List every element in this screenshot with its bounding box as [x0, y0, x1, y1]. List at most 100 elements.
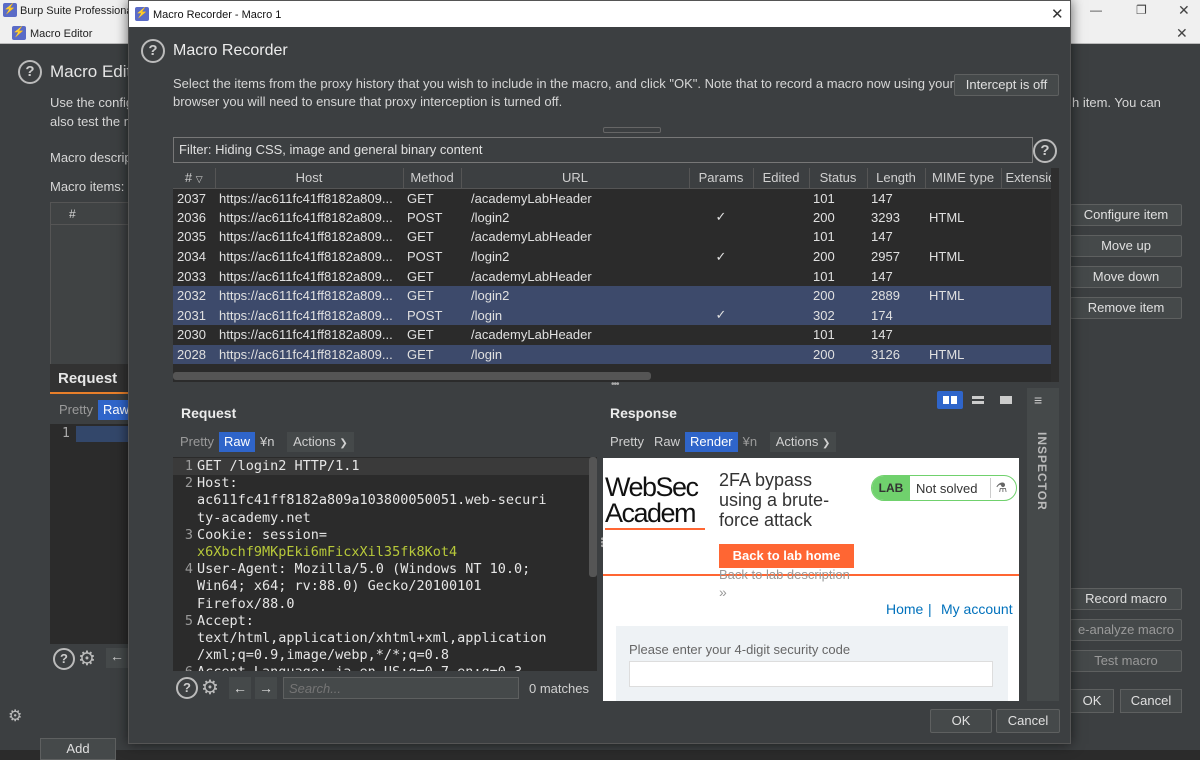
help-icon[interactable]: ? — [1033, 139, 1057, 163]
split-dots[interactable]: ••• — [611, 379, 619, 390]
cell-mime: HTML — [929, 209, 965, 225]
table-header-row: # ▽ Host Method URL Params Edited Status… — [173, 168, 1051, 189]
tab-newline[interactable]: ¥n — [738, 432, 762, 452]
proxy-history-table[interactable]: # ▽ Host Method URL Params Edited Status… — [173, 168, 1051, 382]
bg-request-editor[interactable]: 1 — [50, 424, 130, 644]
column-header-url[interactable]: URL — [461, 168, 690, 189]
tab-newline[interactable]: ¥n — [255, 432, 279, 452]
column-header-host[interactable]: Host — [215, 168, 404, 189]
request-editor[interactable]: 1 GET /login2 HTTP/1.1 2 Host: ac611fc41ff81… — [173, 457, 597, 671]
tab-raw[interactable]: Raw — [218, 432, 255, 452]
tab-pretty[interactable]: Pretty — [54, 400, 98, 420]
layout-stacked-icon[interactable] — [965, 391, 991, 409]
security-code-input[interactable] — [629, 661, 993, 687]
editor-cancel-button[interactable]: Cancel — [1120, 689, 1182, 713]
code-line: /xml;q=0.9,image/webp,*/*;q=0.8 — [173, 647, 593, 664]
close-icon[interactable]: ✕ — [1176, 25, 1188, 42]
help-icon[interactable]: ? — [18, 60, 42, 84]
column-header-edited[interactable]: Edited — [753, 168, 810, 189]
code-line: 3 Cookie: session= — [173, 527, 593, 544]
back-arrow-icon[interactable]: ← — [106, 648, 128, 668]
line-number: 5 — [184, 612, 193, 629]
table-row[interactable]: 2030 https://ac611fc41ff8182a809... GET/ac… — [173, 325, 1051, 345]
close-icon[interactable]: ✕ — [1051, 5, 1064, 23]
column-header-mime[interactable]: MIME type — [925, 168, 1002, 189]
remove-item-button[interactable]: Remove item — [1070, 297, 1182, 319]
vertical-scrollbar[interactable] — [1051, 168, 1059, 382]
nav-my-account-link[interactable]: My account — [941, 601, 1013, 617]
table-row[interactable]: 2036 https://ac611fc41ff8182a809... POST/l… — [173, 208, 1051, 228]
column-header-length[interactable]: Length — [867, 168, 926, 189]
cell-method: POST — [403, 305, 461, 326]
lab-status-badge: LAB Not solved ⚗ — [871, 475, 1017, 501]
cell-method: POST — [407, 249, 443, 265]
add-button[interactable]: Add — [40, 738, 116, 760]
filter-bar[interactable]: Filter: Hiding CSS, image and general bi… — [173, 137, 1033, 163]
cell-mime: HTML — [929, 249, 965, 265]
cell-host: https://ac611fc41ff8182a809... — [219, 327, 393, 343]
restore-icon[interactable]: ❐ — [1136, 3, 1147, 17]
actions-dropdown[interactable]: Actions ❯ — [287, 432, 354, 452]
move-up-button[interactable]: Move up — [1070, 235, 1182, 257]
search-input[interactable] — [283, 677, 519, 699]
menu-icon[interactable]: ≡ — [1034, 393, 1042, 407]
editor-ok-button[interactable]: OK — [1070, 689, 1114, 713]
line-text: ty-academy.net — [197, 509, 311, 526]
layout-side-by-side-icon[interactable] — [937, 391, 963, 409]
cancel-button[interactable]: Cancel — [996, 709, 1060, 733]
tab-raw[interactable]: Raw — [649, 432, 685, 452]
tab-pretty[interactable]: Pretty — [605, 432, 649, 452]
table-row[interactable]: 2032 https://ac611fc41ff8182a809... GET/lo… — [173, 285, 1051, 306]
table-row[interactable]: 2034 https://ac611fc41ff8182a809... POST/l… — [173, 247, 1051, 267]
gear-icon[interactable]: ⚙ — [8, 706, 22, 726]
record-macro-button[interactable]: Record macro — [1070, 588, 1182, 610]
reanalyze-macro-button[interactable]: e-analyze macro — [1070, 619, 1182, 641]
column-header-method[interactable]: Method — [403, 168, 462, 189]
line-text: Win64; x64; rv:88.0) Gecko/20100101 — [197, 578, 482, 595]
column-header-params[interactable]: Params — [689, 168, 754, 189]
back-to-lab-home-button[interactable]: Back to lab home — [719, 544, 854, 568]
table-row[interactable]: 2035 https://ac611fc41ff8182a809... GET/ac… — [173, 227, 1051, 247]
render-view[interactable]: WebSec Academ 2FA bypass using a brute- … — [603, 458, 1019, 701]
back-to-lab-description-link[interactable]: Back to lab description — [719, 567, 850, 582]
table-row[interactable]: 2033 https://ac611fc41ff8182a809... GET/ac… — [173, 266, 1051, 286]
help-icon[interactable]: ? — [176, 677, 198, 699]
cell-edited — [753, 325, 809, 345]
close-icon[interactable]: ✕ — [1178, 2, 1190, 19]
help-icon[interactable]: ? — [53, 648, 75, 670]
configure-item-button[interactable]: Configure item — [1070, 204, 1182, 226]
tab-render[interactable]: Render — [684, 432, 738, 452]
table-row[interactable]: 2028 https://ac611fc41ff8182a809... GET/lo… — [173, 344, 1051, 365]
table-row[interactable]: 2037 https://ac611fc41ff8182a809... GET/ac… — [173, 188, 1051, 208]
dialog-title: Macro Recorder - Macro 1 — [153, 9, 282, 21]
layout-tabs-icon[interactable] — [993, 391, 1019, 409]
request-heading: Request — [181, 405, 237, 421]
test-macro-button[interactable]: Test macro — [1070, 650, 1182, 672]
cell-host: https://ac611fc41ff8182a809... — [219, 209, 393, 225]
back-arrow-icon[interactable]: ← — [229, 677, 251, 699]
nav-home-link[interactable]: Home — [886, 601, 923, 617]
table-row[interactable]: 2031 https://ac611fc41ff8182a809... POST/l… — [173, 305, 1051, 326]
move-down-button[interactable]: Move down — [1070, 266, 1182, 288]
tab-pretty[interactable]: Pretty — [175, 432, 219, 452]
gear-icon[interactable]: ⚙ — [201, 675, 219, 700]
minimize-icon[interactable]: — — [1090, 3, 1102, 17]
websec-academy-logo[interactable]: WebSec Academ — [605, 474, 709, 528]
request-scrollbar[interactable] — [589, 457, 597, 577]
cell-mime — [925, 188, 1001, 208]
ok-button[interactable]: OK — [930, 709, 992, 733]
gear-icon[interactable]: ⚙ — [78, 646, 96, 671]
actions-dropdown[interactable]: Actions ❯ — [769, 432, 837, 452]
cell-host: https://ac611fc41ff8182a809... — [215, 305, 403, 326]
inspector-panel[interactable]: ≡ INSPECTOR — [1027, 388, 1059, 701]
help-icon[interactable]: ? — [141, 39, 165, 63]
cell-method: POST — [407, 209, 443, 225]
column-header-status[interactable]: Status — [809, 168, 868, 189]
split-handle[interactable] — [603, 127, 661, 133]
intercept-toggle-button[interactable]: Intercept is off — [954, 74, 1059, 96]
horizontal-scrollbar[interactable] — [173, 372, 651, 380]
sort-chevron-icon: ▽ — [195, 174, 203, 185]
column-header-number[interactable]: # ▽ — [173, 168, 216, 189]
forward-arrow-icon[interactable]: → — [255, 677, 277, 699]
column-header-extension[interactable]: Extensio — [1001, 168, 1051, 189]
